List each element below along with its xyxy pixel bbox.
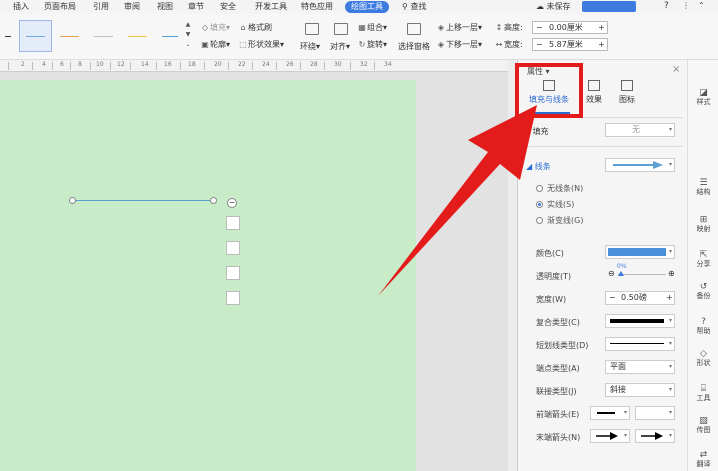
callout-arrow [378, 105, 537, 296]
